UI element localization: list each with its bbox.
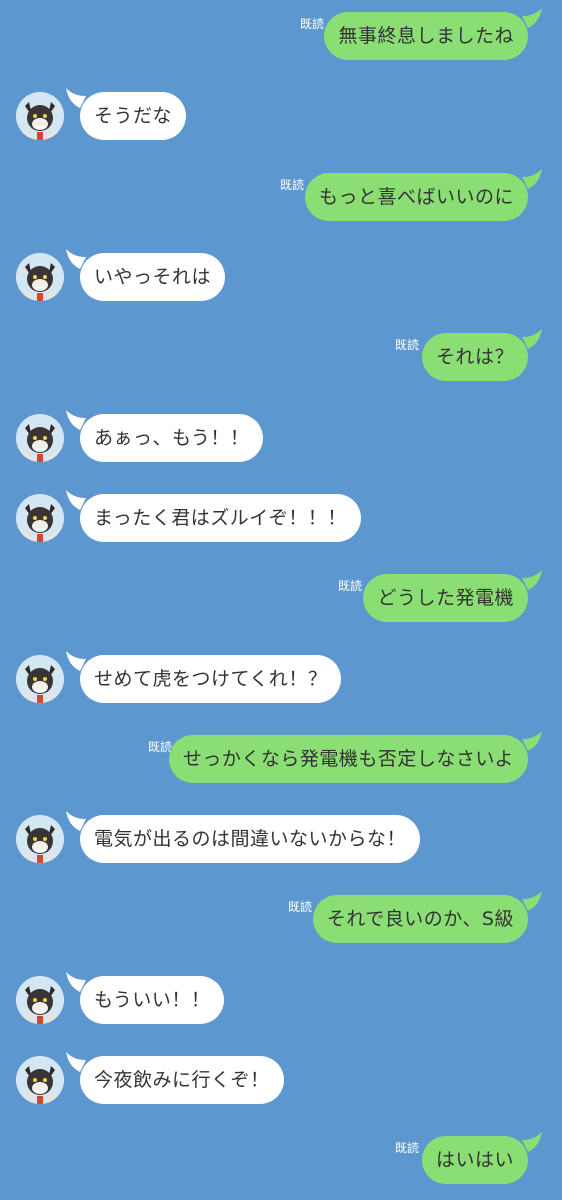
message-bubble-incoming[interactable]: そうだな (80, 92, 187, 140)
message-bubble-incoming[interactable]: いやっそれは (80, 253, 226, 301)
avatar-icon[interactable] (16, 253, 64, 301)
read-receipt: 既読 (147, 740, 172, 754)
read-receipt: 既読 (279, 178, 304, 192)
message-row-10: 電気が出るのは間違いないからな！ (0, 811, 562, 863)
read-receipt: 既読 (299, 17, 324, 31)
message-row-6: まったく君はズルイぞ！！！ (0, 490, 562, 542)
message-row-5: あぁっ、もう！！ (0, 410, 562, 462)
avatar-icon[interactable] (16, 414, 64, 462)
message-bubble-outgoing[interactable]: はいはい (421, 1136, 528, 1184)
chat-area[interactable]: 既読 無事終息しましたね そうだな 既読 もっと喜べばいいのに いやっそれは 既… (0, 0, 562, 1200)
message-bubble-incoming[interactable]: 今夜飲みに行くぞ！ (80, 1056, 284, 1104)
message-bubble-incoming[interactable]: 電気が出るのは間違いないからな！ (80, 815, 421, 863)
message-row-7: 既読 どうした発電機 (0, 570, 562, 622)
avatar-icon[interactable] (16, 92, 64, 140)
avatar-icon[interactable] (16, 655, 64, 703)
message-row-2: 既読 もっと喜べばいいのに (0, 169, 562, 221)
read-receipt: 既読 (337, 579, 362, 593)
read-receipt: 既読 (394, 1141, 419, 1155)
avatar-icon[interactable] (16, 494, 64, 542)
message-row-12: もういい！！ (0, 972, 562, 1024)
avatar-icon[interactable] (16, 976, 64, 1024)
avatar-icon[interactable] (16, 815, 64, 863)
avatar-icon[interactable] (16, 1056, 64, 1104)
message-row-1: そうだな (0, 88, 562, 140)
message-row-4: 既読 それは？ (0, 329, 562, 381)
message-bubble-outgoing[interactable]: せっかくなら発電機も否定しなさいよ (168, 735, 528, 783)
message-bubble-outgoing[interactable]: それで良いのか、S級 (312, 895, 528, 943)
message-row-9: 既読 せっかくなら発電機も否定しなさいよ (0, 731, 562, 783)
message-bubble-outgoing[interactable]: それは？ (421, 333, 528, 381)
message-bubble-incoming[interactable]: まったく君はズルイぞ！！！ (80, 494, 361, 542)
read-receipt: 既読 (287, 900, 312, 914)
message-row-14: 既読 はいはい (0, 1132, 562, 1184)
message-row-3: いやっそれは (0, 249, 562, 301)
read-receipt: 既読 (394, 338, 419, 352)
message-bubble-outgoing[interactable]: もっと喜べばいいのに (304, 173, 528, 221)
message-bubble-incoming[interactable]: もういい！！ (80, 976, 225, 1024)
message-bubble-incoming[interactable]: せめて虎をつけてくれ！？ (80, 655, 342, 703)
message-bubble-incoming[interactable]: あぁっ、もう！！ (80, 414, 264, 462)
message-row-0: 既読 無事終息しましたね (0, 8, 562, 60)
message-bubble-outgoing[interactable]: どうした発電機 (363, 574, 528, 622)
message-bubble-outgoing[interactable]: 無事終息しましたね (324, 12, 528, 60)
message-row-13: 今夜飲みに行くぞ！ (0, 1052, 562, 1104)
message-row-11: 既読 それで良いのか、S級 (0, 891, 562, 943)
message-row-8: せめて虎をつけてくれ！？ (0, 651, 562, 703)
